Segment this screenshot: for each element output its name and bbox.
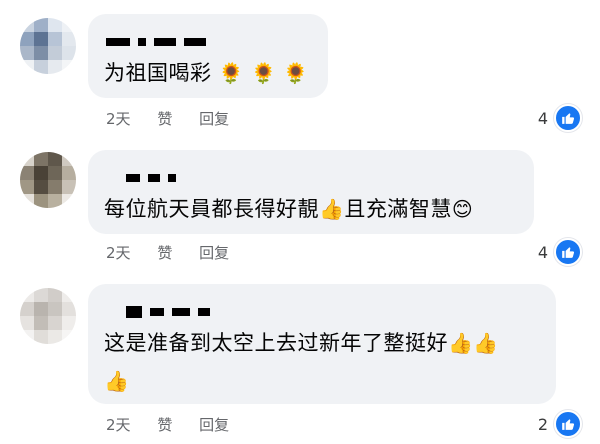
reply-button[interactable]: 回复: [199, 416, 229, 434]
comment-text: 每位航天員都長得好靚👍且充滿智慧😊: [104, 194, 473, 224]
comment-text-body: 为祖国喝彩: [104, 61, 212, 85]
reaction-summary[interactable]: 2: [538, 410, 582, 438]
thumbs-up-emoji-icon: 👍: [104, 369, 130, 393]
comment-actions: 2天 赞 回复: [106, 242, 251, 263]
reply-button[interactable]: 回复: [199, 244, 229, 262]
smiling-face-emoji-icon: 😊: [451, 197, 474, 221]
comment-text-body: 这是准备到太空上去过新年了整挺好: [104, 331, 448, 355]
reaction-count: 4: [537, 242, 548, 262]
reaction-count: 2: [537, 414, 548, 434]
comment-bubble: 为祖国喝彩 🌻 🌻 🌻: [88, 14, 328, 98]
reaction-count: 4: [537, 108, 548, 128]
comment-text-line-2: 👍: [104, 366, 129, 396]
thumbs-up-emoji-icon: 👍: [319, 197, 345, 221]
reply-button[interactable]: 回复: [199, 110, 229, 128]
avatar[interactable]: [20, 152, 76, 208]
comment-time[interactable]: 2天: [106, 110, 131, 128]
reaction-summary[interactable]: 4: [538, 104, 582, 132]
redacted-username[interactable]: [126, 174, 184, 182]
reaction-summary[interactable]: 4: [538, 238, 582, 266]
like-button[interactable]: 赞: [157, 416, 172, 434]
thumbs-up-icon: [554, 104, 582, 132]
thumbs-up-icon: [554, 238, 582, 266]
comment-text-body: 每位航天員都長得好靚: [104, 197, 319, 221]
comment-text: 为祖国喝彩 🌻 🌻 🌻: [104, 58, 309, 88]
comment-actions: 2天 赞 回复: [106, 414, 251, 435]
thumbs-up-icon: [554, 410, 582, 438]
avatar[interactable]: [20, 288, 76, 344]
redacted-username[interactable]: [106, 38, 214, 46]
comment-text: 这是准备到太空上去过新年了整挺好👍👍: [104, 328, 499, 358]
comment-bubble: 这是准备到太空上去过新年了整挺好👍👍 👍: [88, 284, 556, 404]
avatar[interactable]: [20, 18, 76, 74]
comment-time[interactable]: 2天: [106, 244, 131, 262]
like-button[interactable]: 赞: [157, 110, 172, 128]
comment-actions: 2天 赞 回复: [106, 108, 251, 129]
like-button[interactable]: 赞: [157, 244, 172, 262]
sunflower-emoji-icon: 🌻 🌻 🌻: [218, 61, 309, 85]
thumbs-up-emoji-icon: 👍👍: [448, 331, 499, 355]
comment-text-body-2: 且充滿智慧: [344, 197, 452, 221]
redacted-username[interactable]: [126, 306, 218, 318]
comment-time[interactable]: 2天: [106, 416, 131, 434]
comment-bubble: 每位航天員都長得好靚👍且充滿智慧😊: [88, 150, 534, 234]
